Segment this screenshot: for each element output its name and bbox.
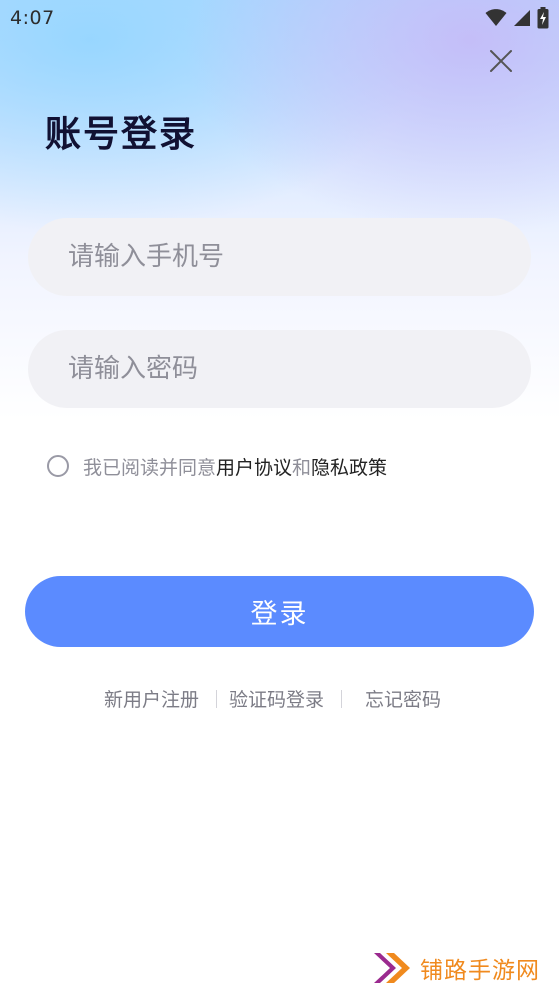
- password-field-container: [28, 330, 531, 408]
- forgot-password-link[interactable]: 忘记密码: [365, 685, 441, 712]
- double-chevron-logo: [374, 953, 410, 983]
- page-title: 账号登录: [45, 114, 198, 155]
- phone-input[interactable]: [28, 218, 531, 296]
- close-icon: [490, 50, 512, 72]
- sms-login-link[interactable]: 验证码登录: [229, 685, 324, 712]
- agreement-connector-text: 和: [292, 456, 312, 479]
- battery-charging-icon: [537, 7, 549, 29]
- watermark: 铺路手游网: [370, 945, 555, 991]
- privacy-policy-link[interactable]: 隐私政策: [311, 453, 387, 480]
- register-link[interactable]: 新用户注册: [104, 685, 199, 712]
- cellular-signal-icon: [514, 10, 530, 26]
- user-agreement-link[interactable]: 用户协议: [216, 453, 292, 480]
- wifi-icon: [485, 9, 507, 26]
- agreement-row: 我已阅读并同意 用户协议 和 隐私政策: [47, 452, 387, 480]
- status-time: 4:07: [10, 7, 55, 29]
- link-divider: [341, 690, 342, 708]
- watermark-text: 铺路手游网: [420, 958, 540, 984]
- bottom-links: 新用户注册 验证码登录 忘记密码: [0, 685, 559, 713]
- close-button[interactable]: [487, 47, 515, 75]
- login-button[interactable]: 登录: [25, 576, 534, 647]
- status-icons: [485, 7, 549, 29]
- password-input[interactable]: [28, 330, 531, 408]
- phone-field-container: [28, 218, 531, 296]
- agreement-checkbox[interactable]: [47, 455, 69, 477]
- link-divider: [216, 690, 217, 708]
- status-bar: 4:07: [0, 0, 559, 38]
- agreement-prefix-text: 我已阅读并同意: [83, 456, 217, 479]
